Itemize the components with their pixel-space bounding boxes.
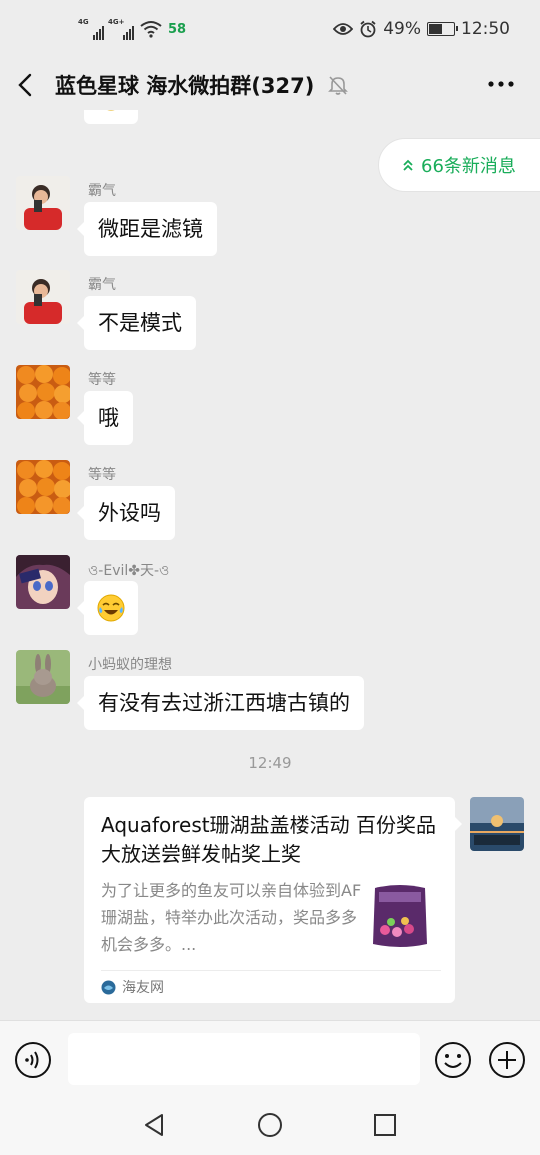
nav-back-icon[interactable] [140,1110,170,1140]
message-bubble[interactable]: 不是模式 [77,296,196,350]
status-left: 4G 4G+ 58 [78,18,186,40]
message-input[interactable] [68,1033,420,1085]
message-bubble[interactable] [84,110,138,124]
battery-icon [427,22,458,36]
avatar[interactable] [16,460,70,514]
sender-name: 等等 [88,372,116,388]
link-card-title: Aquaforest珊湖盐盖楼活动 百份奖品大放送尝鲜发帖奖上奖 [101,813,436,866]
clock: 12:50 [461,19,510,39]
system-nav-bar [0,1096,540,1155]
back-icon[interactable] [14,70,38,100]
message-bubble[interactable]: 有没有去过浙江西塘古镇的 [77,676,364,730]
avatar[interactable] [16,270,70,324]
status-bar: 4G 4G+ 58 49% 12:50 [0,0,540,62]
sender-name: ও-Evil✤天-ও [88,563,170,579]
voice-icon[interactable] [14,1041,52,1079]
signal-icon: 4G+ [108,18,134,40]
eye-icon [333,23,354,35]
chat-title: 蓝色星球 海水微拍群(327) [55,74,315,98]
avatar[interactable] [16,176,70,230]
link-card-description: 为了让更多的鱼友可以亲自体验到AF珊湖盐，特举办此次活动，奖品多多机会多多。..… [101,881,362,954]
battery-percent: 49% [383,19,421,39]
input-bar [0,1020,540,1096]
mute-bell-icon [328,76,348,95]
signal-label: 4G+ [108,18,125,26]
status-right: 49% 12:50 [333,19,510,39]
sender-name: 霸气 [88,277,116,293]
chat-header: 蓝色星球 海水微拍群(327) [0,62,540,110]
source-logo-icon [101,980,116,994]
link-card[interactable]: Aquaforest珊湖盐盖楼活动 百份奖品大放送尝鲜发帖奖上奖 为了让更多的鱼… [84,797,462,1003]
emoji-icon[interactable] [434,1041,472,1079]
message-bubble[interactable]: 外设吗 [77,486,175,540]
double-chevron-up-icon [403,159,413,171]
tears-of-joy-emoji [97,594,125,622]
link-card-divider [101,970,441,971]
link-card-source-name: 海友网 [122,980,164,996]
more-icon[interactable] [486,72,516,96]
sweat-smile-emoji [107,110,115,111]
my-avatar[interactable] [470,797,524,851]
plus-icon[interactable] [488,1041,526,1079]
sender-name: 小蚂蚁的理想 [88,657,172,673]
message-bubble[interactable]: 哦 [77,391,133,445]
chat-messages[interactable]: 66条新消息 霸气 微距是滤镜 霸气 不是模式 等等 哦 等等 外设吗 ও-Ev… [0,110,540,1020]
new-messages-button[interactable]: 66条新消息 [378,138,540,192]
alarm-icon [360,20,376,38]
signal-icon: 4G [78,18,104,40]
avatar[interactable] [16,555,70,609]
avatar[interactable] [16,650,70,704]
product-thumbnail [373,885,427,947]
nav-recent-icon[interactable] [370,1110,400,1140]
notification-badge: 58 [168,21,187,37]
sender-name: 等等 [88,467,116,483]
new-messages-label: 66条新消息 [421,156,516,177]
battery-level-fill [429,24,442,34]
sender-name: 霸气 [88,183,116,199]
wifi-icon [140,21,162,38]
message-bubble[interactable] [77,581,138,635]
message-timestamp: 12:49 [248,754,292,772]
link-card-source: 海友网 [101,977,164,997]
message-bubble[interactable]: 微距是滤镜 [77,202,217,256]
signal-label: 4G [78,18,89,26]
nav-home-icon[interactable] [255,1110,285,1140]
avatar[interactable] [16,365,70,419]
